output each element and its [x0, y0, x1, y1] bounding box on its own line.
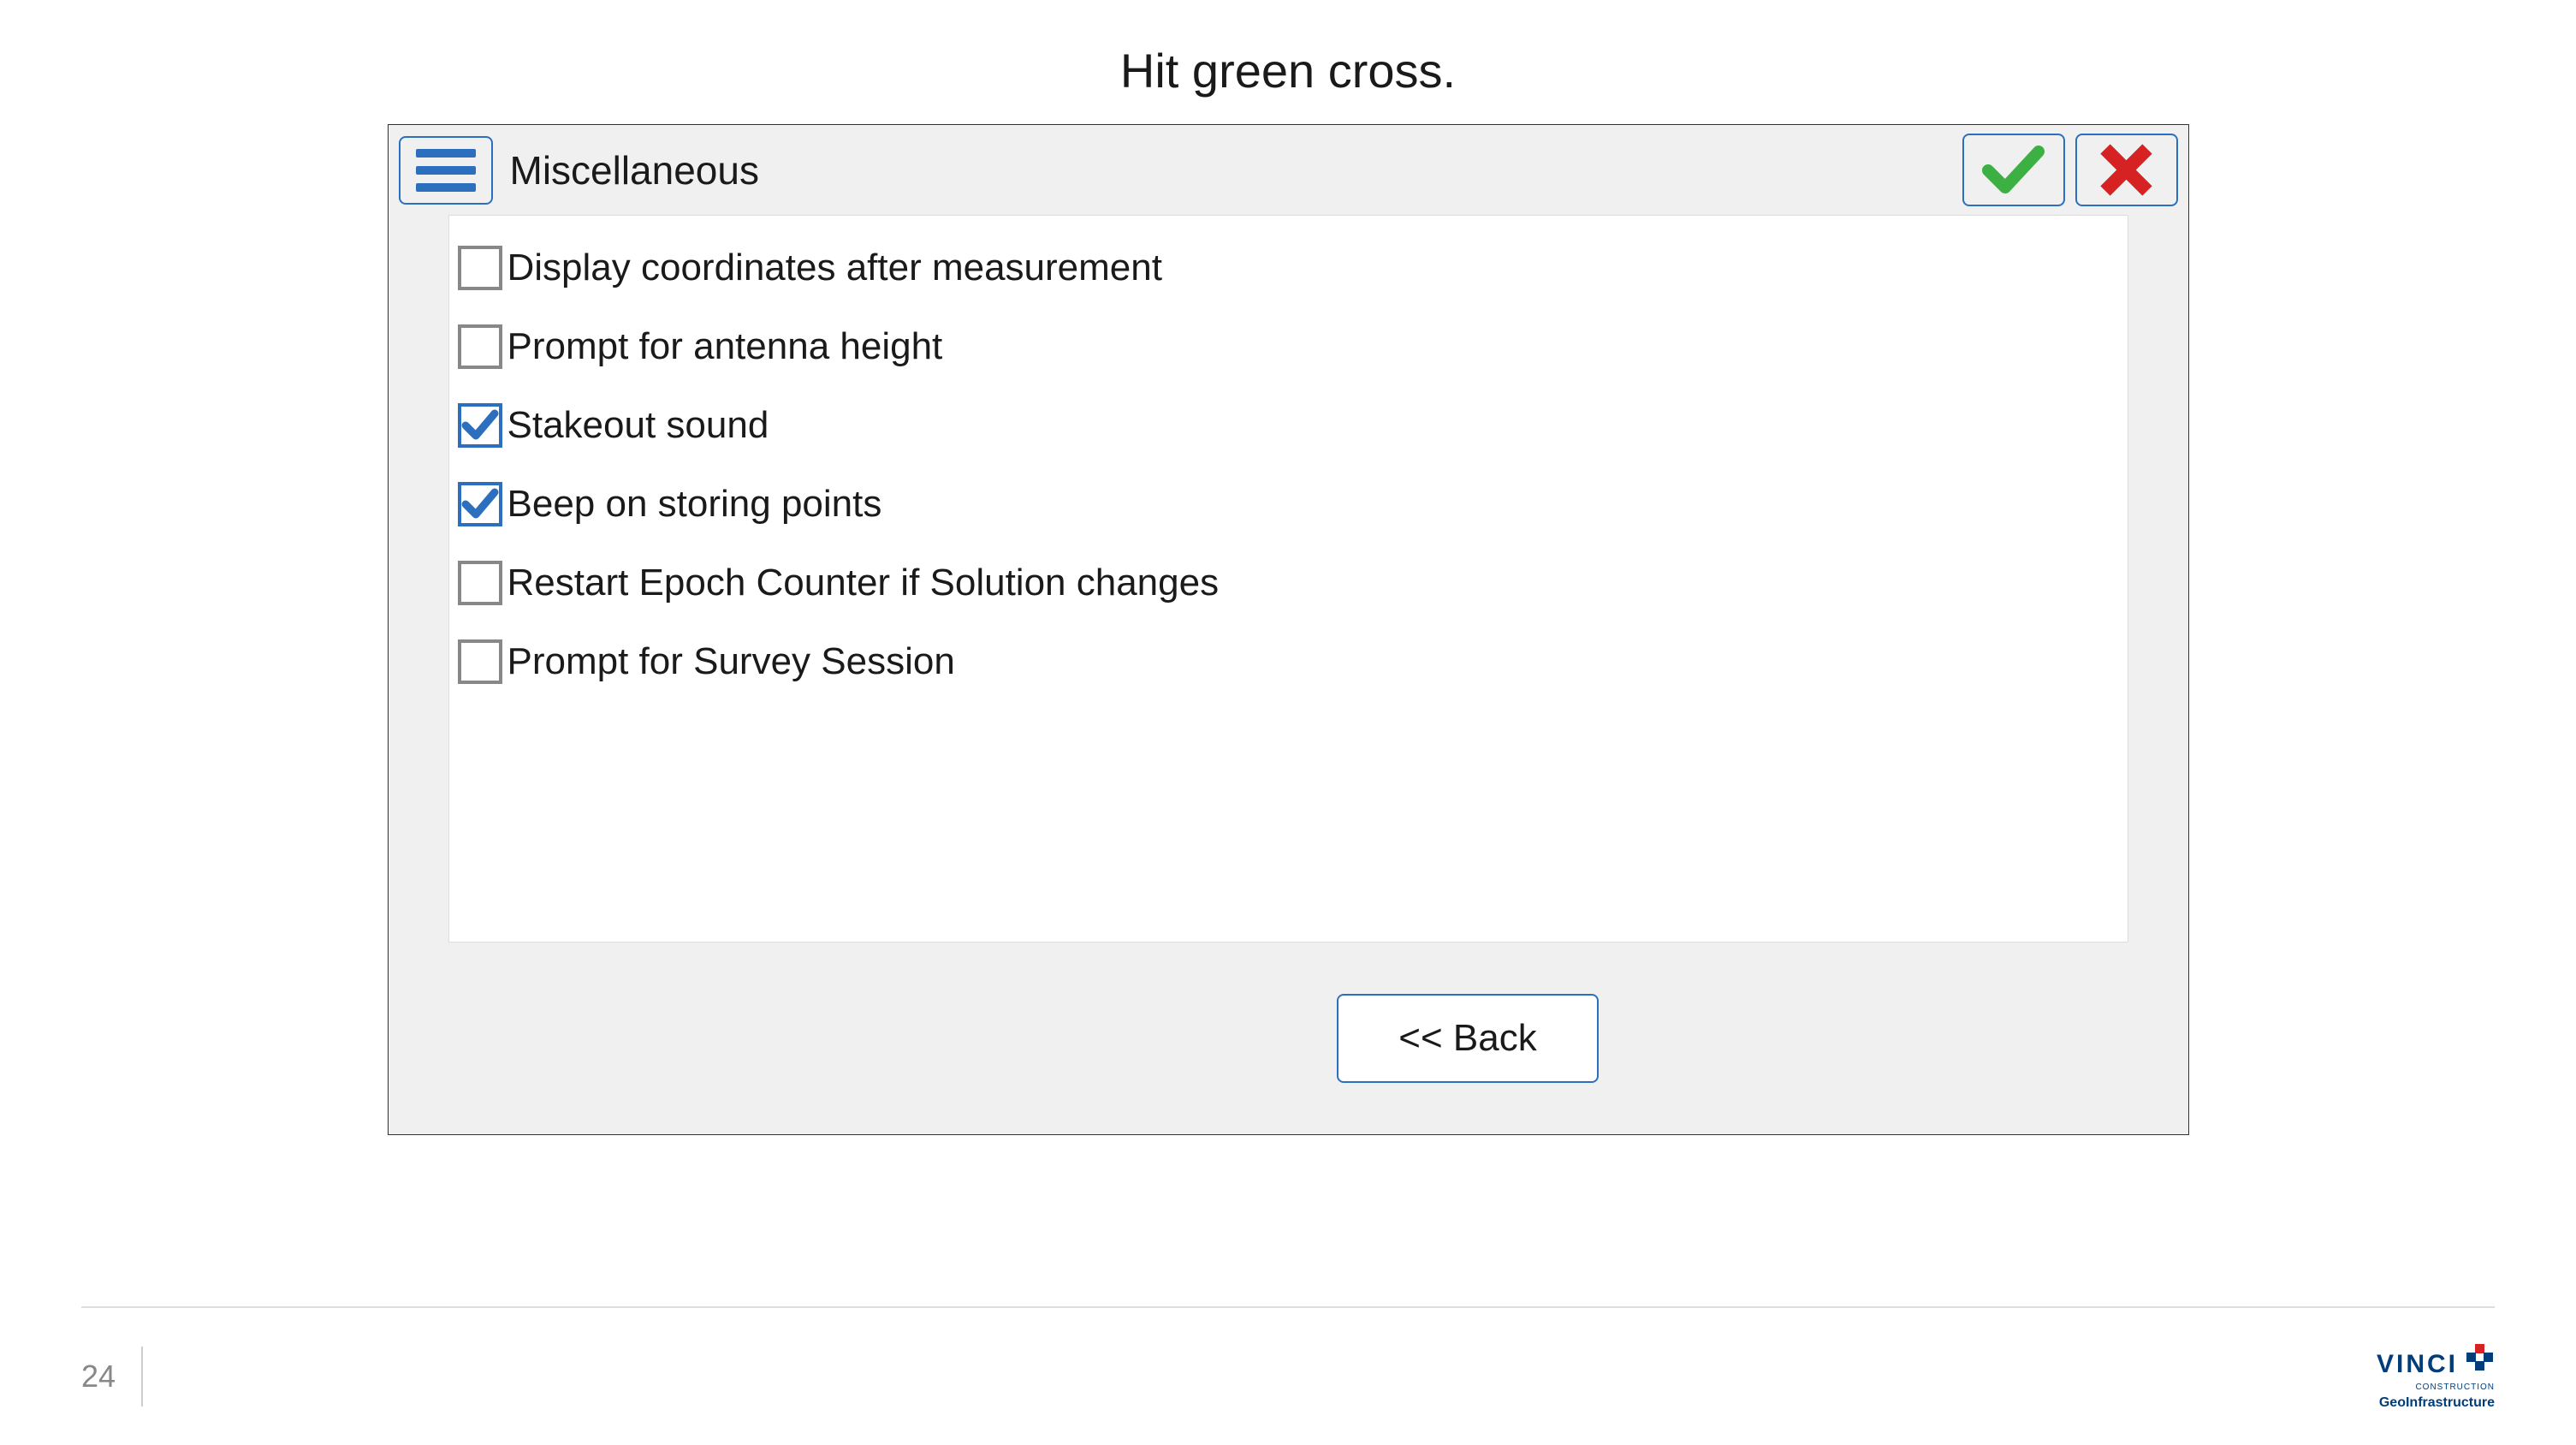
checkbox-row: Beep on storing points: [458, 465, 2119, 544]
division-name: CONSTRUCTION: [2415, 1383, 2495, 1392]
close-button[interactable]: [2075, 134, 2178, 206]
hamburger-icon: [416, 166, 476, 175]
checkmark-icon: [461, 407, 499, 444]
header-left: Miscellaneous: [399, 136, 759, 205]
prompt-antenna-checkbox[interactable]: [458, 324, 502, 369]
checkbox-row: Display coordinates after measurement: [458, 229, 2119, 307]
hamburger-icon: [416, 149, 476, 158]
vinci-logo: VINCI: [2377, 1342, 2495, 1379]
checkbox-label: Prompt for Survey Session: [507, 640, 955, 683]
subdivision-name: GeoInfrastructure: [2379, 1395, 2495, 1411]
checkbox-label: Beep on storing points: [507, 483, 882, 526]
checkbox-row: Restart Epoch Counter if Solution change…: [458, 544, 2119, 622]
dialog-body: Display coordinates after measurement Pr…: [448, 215, 2128, 943]
check-icon: [1981, 145, 2045, 196]
footer-left: 24: [81, 1347, 143, 1406]
dialog-footer: << Back: [389, 968, 2188, 1134]
back-button[interactable]: << Back: [1337, 994, 1598, 1083]
confirm-button[interactable]: [1962, 134, 2065, 206]
header-right: [1962, 134, 2178, 206]
display-coordinates-checkbox[interactable]: [458, 246, 502, 290]
checkbox-row: Prompt for antenna height: [458, 307, 2119, 386]
restart-epoch-checkbox[interactable]: [458, 561, 502, 605]
dialog-header: Miscellaneous: [389, 125, 2188, 215]
checkbox-label: Restart Epoch Counter if Solution change…: [507, 562, 1220, 604]
hamburger-icon: [416, 183, 476, 192]
page-number: 24: [81, 1359, 116, 1394]
logo-icon: [2465, 1342, 2495, 1372]
close-icon: [2098, 142, 2154, 198]
dialog-title: Miscellaneous: [510, 147, 759, 193]
checkmark-icon: [461, 485, 499, 523]
checkbox-row: Prompt for Survey Session: [458, 622, 2119, 701]
checkbox-label: Display coordinates after measurement: [507, 247, 1162, 289]
divider: [141, 1347, 143, 1406]
page-footer: 24 VINCI CONSTRUCTION GeoInfrastructure: [81, 1306, 2495, 1411]
menu-button[interactable]: [399, 136, 493, 205]
footer-logo: VINCI CONSTRUCTION GeoInfrastructure: [2377, 1342, 2495, 1411]
checkbox-label: Prompt for antenna height: [507, 325, 943, 368]
beep-storing-checkbox[interactable]: [458, 482, 502, 526]
miscellaneous-dialog: Miscellaneous Display coordinates after …: [388, 124, 2189, 1135]
checkbox-row: Stakeout sound: [458, 386, 2119, 465]
slide-title: Hit green cross.: [0, 0, 2576, 124]
stakeout-sound-checkbox[interactable]: [458, 403, 502, 448]
prompt-survey-checkbox[interactable]: [458, 639, 502, 684]
company-name: VINCI: [2377, 1350, 2458, 1379]
checkbox-label: Stakeout sound: [507, 404, 769, 447]
